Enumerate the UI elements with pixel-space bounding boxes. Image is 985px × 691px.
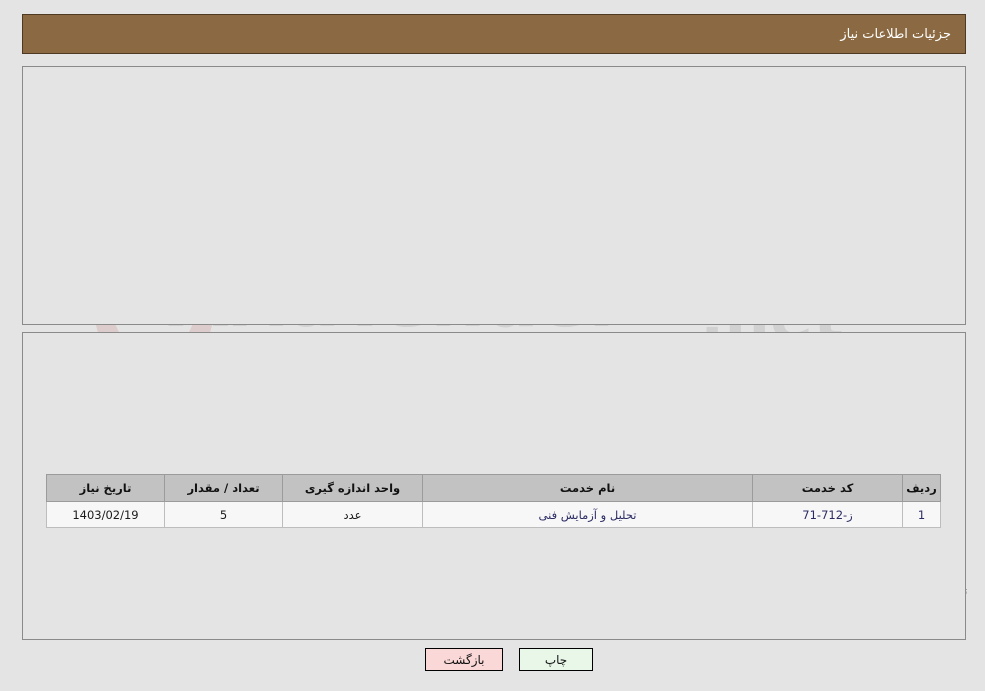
page-title: جزئیات اطلاعات نیاز <box>840 26 951 42</box>
cell-quantity: 5 <box>164 501 283 528</box>
table-row: 1 ز-712-71 تحلیل و آزمایش فنی عدد 5 1403… <box>46 501 941 528</box>
th-service-name: نام خدمت <box>422 474 753 502</box>
window-titlebar: جزئیات اطلاعات نیاز <box>22 14 966 54</box>
cell-row-no: 1 <box>902 501 941 528</box>
services-table: ردیف کد خدمت نام خدمت واحد اندازه گیری ت… <box>46 474 941 528</box>
table-header-row: ردیف کد خدمت نام خدمت واحد اندازه گیری ت… <box>46 474 941 502</box>
page-root: AriaTender .net جزئیات اطلاعات نیاز شمار… <box>0 0 985 691</box>
cell-need-date: 1403/02/19 <box>46 501 165 528</box>
th-need-date: تاریخ نیاز <box>46 474 165 502</box>
print-button[interactable]: چاپ <box>519 648 593 671</box>
cell-unit: عدد <box>282 501 423 528</box>
th-service-code: کد خدمت <box>752 474 903 502</box>
cell-service-name: تحلیل و آزمایش فنی <box>422 501 753 528</box>
need-summary-panel <box>22 66 966 325</box>
th-unit: واحد اندازه گیری <box>282 474 423 502</box>
th-quantity: تعداد / مقدار <box>164 474 283 502</box>
th-row-no: ردیف <box>902 474 941 502</box>
back-button[interactable]: بازگشت <box>425 648 503 671</box>
cell-service-code: ز-712-71 <box>752 501 903 528</box>
